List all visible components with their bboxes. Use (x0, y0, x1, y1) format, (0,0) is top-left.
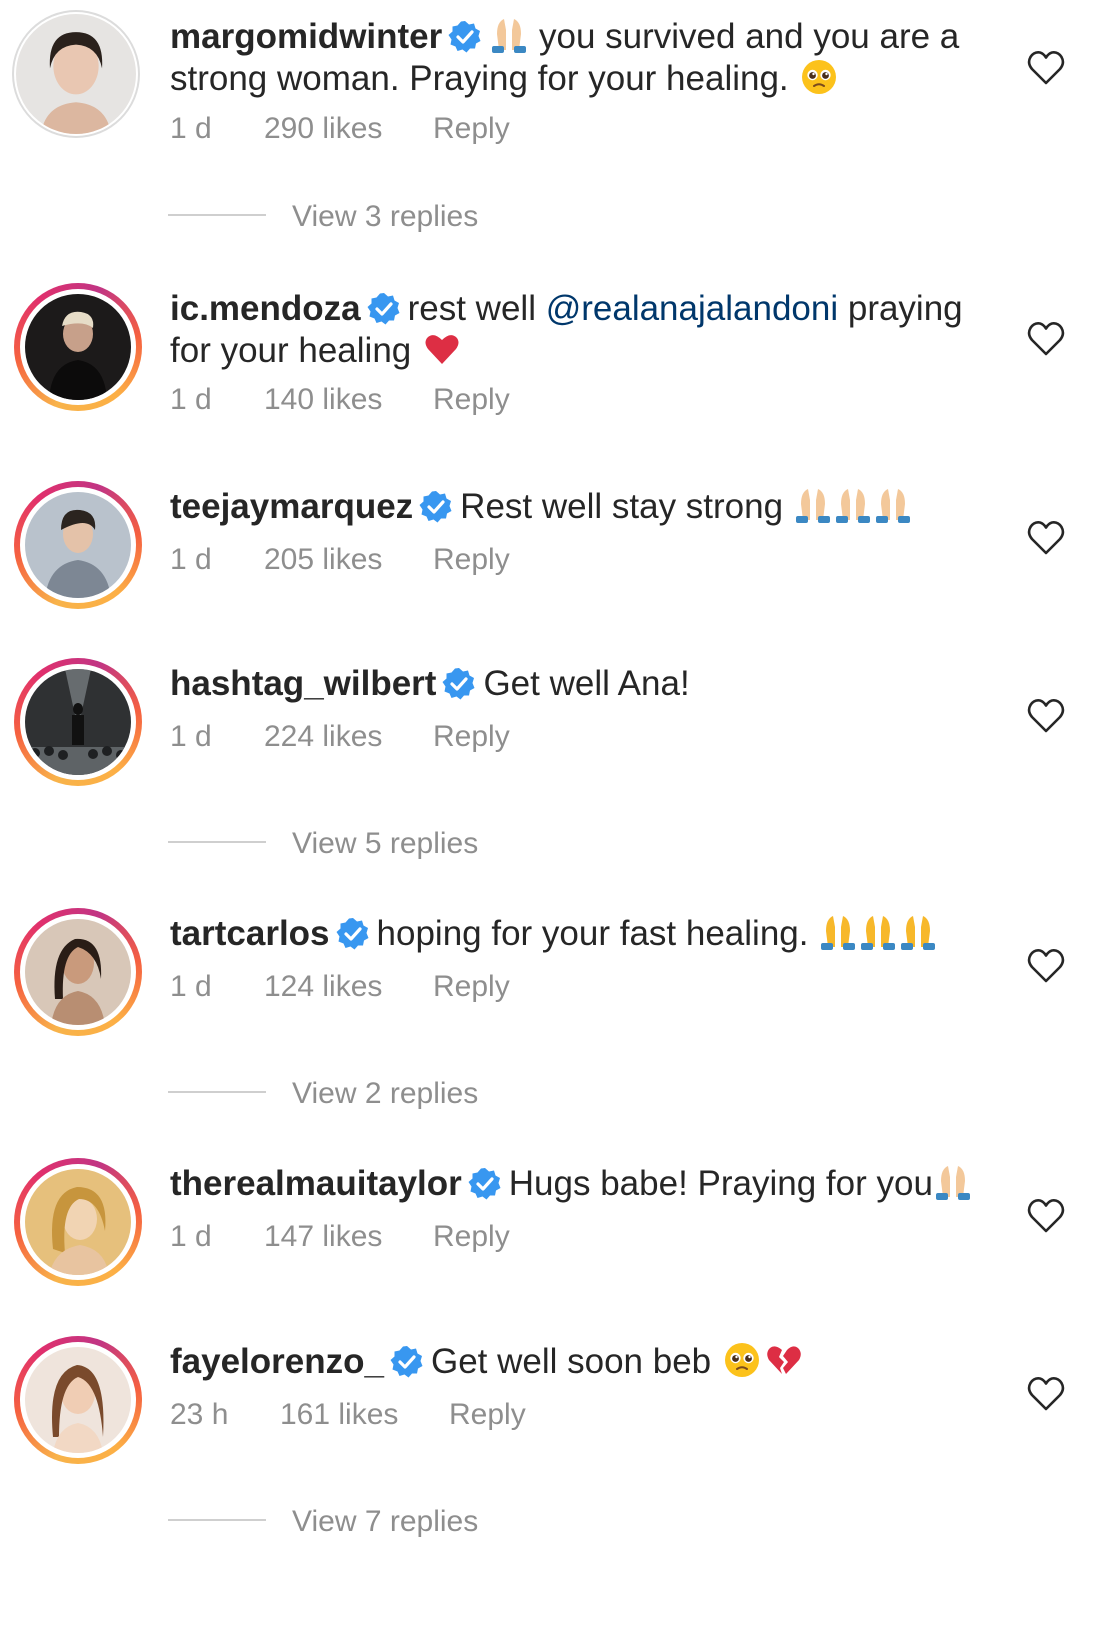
divider-line (168, 1091, 266, 1093)
username[interactable]: margomidwinter (170, 17, 442, 56)
like-heart-icon[interactable] (1026, 518, 1066, 558)
folded-hands-emoji-icon (861, 916, 896, 950)
comment-body: hoping for your fast healing. (376, 914, 809, 953)
comment-text: tartcarlos hoping for your fast healing. (170, 913, 990, 955)
verified-badge-icon (442, 667, 476, 700)
reply-button[interactable]: Reply (433, 1220, 510, 1254)
timestamp: 1 d (170, 543, 212, 576)
avatar[interactable] (14, 658, 142, 786)
comment-meta: 1 d 205 likes Reply (170, 543, 510, 577)
folded-hands-emoji-icon (901, 916, 936, 950)
timestamp: 1 d (170, 112, 212, 145)
username[interactable]: teejaymarquez (170, 487, 413, 526)
divider-line (168, 841, 266, 843)
folded-hands-emoji-icon (935, 1166, 970, 1200)
divider-line (168, 1519, 266, 1521)
timestamp: 1 d (170, 383, 212, 416)
folded-hands-emoji-icon (875, 489, 910, 523)
comment-body: Hugs babe! Praying for you (508, 1164, 933, 1203)
timestamp: 23 h (170, 1398, 229, 1431)
comment-meta: 1 d 140 likes Reply (170, 383, 510, 417)
username[interactable]: tartcarlos (170, 914, 330, 953)
verified-badge-icon (389, 1345, 423, 1378)
reply-button[interactable]: Reply (433, 720, 510, 754)
comment-text: margomidwinter you survived and you are … (170, 16, 990, 100)
avatar[interactable] (14, 1336, 142, 1464)
comment-body: Get well soon beb (430, 1342, 712, 1381)
like-heart-icon[interactable] (1026, 1196, 1066, 1236)
folded-hands-emoji-icon (492, 19, 527, 53)
pleading-face-emoji-icon (723, 1342, 760, 1378)
view-replies-label[interactable]: View 7 replies (292, 1505, 478, 1538)
reply-button[interactable]: Reply (433, 383, 510, 417)
like-count[interactable]: 205 likes (264, 543, 433, 577)
broken-heart-emoji-icon (767, 1346, 801, 1374)
reply-button[interactable]: Reply (433, 970, 510, 1004)
comment-text: teejaymarquez Rest well stay strong (170, 486, 990, 528)
red-heart-emoji-icon (425, 335, 459, 364)
comment-text: ic.mendoza rest well @realanajalandoni pr… (170, 288, 990, 372)
comment-body: Rest well stay strong (460, 487, 784, 526)
view-replies-button[interactable]: View 2 replies (168, 1077, 478, 1111)
verified-badge-icon (419, 490, 453, 523)
comment-body: rest well (407, 289, 546, 328)
username[interactable]: fayelorenzo_ (170, 1342, 384, 1381)
like-count[interactable]: 290 likes (264, 112, 433, 146)
avatar[interactable] (14, 481, 142, 609)
folded-hands-emoji-icon (835, 489, 870, 523)
comment-text: hashtag_wilbert Get well Ana! (170, 663, 990, 705)
username[interactable]: therealmauitaylor (170, 1164, 462, 1203)
comment-meta: 1 d 147 likes Reply (170, 1220, 510, 1254)
verified-badge-icon (467, 1167, 501, 1200)
verified-badge-icon (448, 20, 482, 53)
like-count[interactable]: 224 likes (264, 720, 433, 754)
folded-hands-emoji-icon (821, 916, 856, 950)
like-heart-icon[interactable] (1026, 946, 1066, 986)
username[interactable]: ic.mendoza (170, 289, 361, 328)
mention-link[interactable]: @realanajalandoni (546, 289, 838, 328)
like-count[interactable]: 140 likes (264, 383, 433, 417)
view-replies-label[interactable]: View 3 replies (292, 200, 478, 233)
like-count[interactable]: 147 likes (264, 1220, 433, 1254)
comment-text: therealmauitaylor Hugs babe! Praying for … (170, 1163, 990, 1205)
comment-meta: 1 d 124 likes Reply (170, 970, 510, 1004)
avatar[interactable] (14, 908, 142, 1036)
view-replies-label[interactable]: View 5 replies (292, 827, 478, 860)
reply-button[interactable]: Reply (433, 543, 510, 577)
comment-text: fayelorenzo_ Get well soon beb (170, 1341, 990, 1383)
reply-button[interactable]: Reply (449, 1398, 526, 1432)
timestamp: 1 d (170, 970, 212, 1003)
folded-hands-emoji-icon (795, 489, 830, 523)
view-replies-label[interactable]: View 2 replies (292, 1077, 478, 1110)
verified-badge-icon (335, 917, 369, 950)
like-heart-icon[interactable] (1026, 1374, 1066, 1414)
avatar[interactable] (14, 283, 142, 411)
username[interactable]: hashtag_wilbert (170, 664, 436, 703)
comment-meta: 1 d 290 likes Reply (170, 112, 510, 146)
like-heart-icon[interactable] (1026, 696, 1066, 736)
divider-line (168, 214, 266, 216)
like-count[interactable]: 161 likes (280, 1398, 449, 1432)
comment-meta: 1 d 224 likes Reply (170, 720, 510, 754)
view-replies-button[interactable]: View 3 replies (168, 200, 478, 234)
view-replies-button[interactable]: View 5 replies (168, 827, 478, 861)
verified-badge-icon (366, 292, 400, 325)
like-heart-icon[interactable] (1026, 48, 1066, 88)
avatar[interactable] (12, 10, 140, 138)
comment-body: Get well Ana! (483, 664, 690, 703)
avatar[interactable] (14, 1158, 142, 1286)
like-heart-icon[interactable] (1026, 319, 1066, 359)
view-replies-button[interactable]: View 7 replies (168, 1505, 478, 1539)
reply-button[interactable]: Reply (433, 112, 510, 146)
comment-meta: 23 h 161 likes Reply (170, 1398, 526, 1432)
like-count[interactable]: 124 likes (264, 970, 433, 1004)
timestamp: 1 d (170, 720, 212, 753)
timestamp: 1 d (170, 1220, 212, 1253)
pleading-face-emoji-icon (801, 59, 838, 95)
